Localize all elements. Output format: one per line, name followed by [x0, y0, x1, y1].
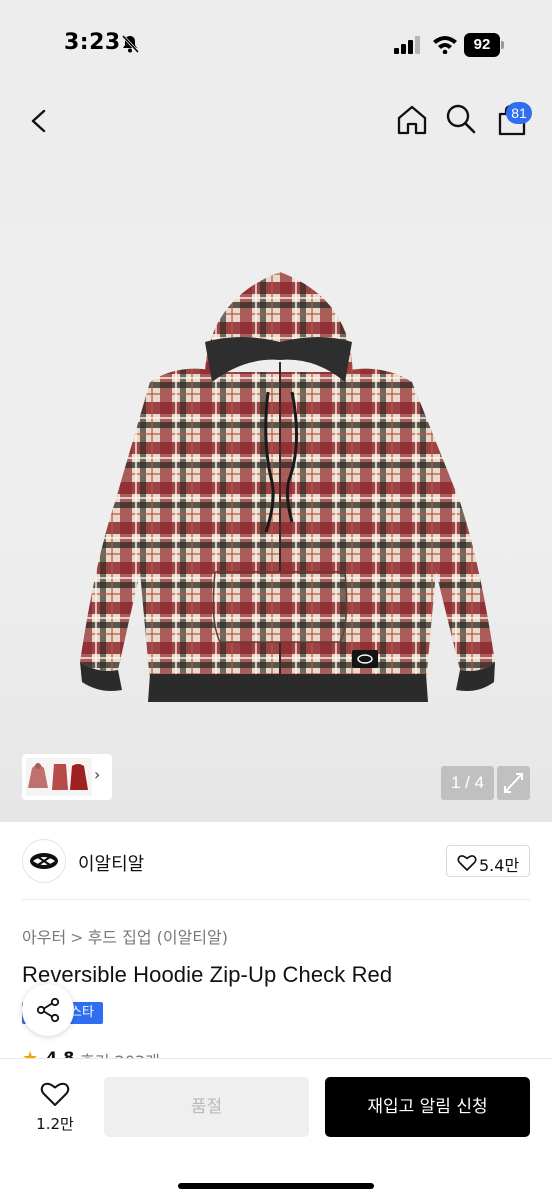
product-image[interactable]	[40, 242, 520, 722]
expand-icon	[504, 773, 523, 793]
divider	[22, 899, 530, 900]
brand-logo-mark	[30, 853, 58, 869]
star-icon: ★	[22, 1048, 38, 1058]
thumbnail-strip[interactable]: ›	[22, 754, 112, 800]
home-indicator[interactable]	[178, 1183, 374, 1189]
breadcrumb-separator: >	[70, 928, 84, 947]
brand-name[interactable]: 이알티알	[78, 850, 144, 876]
breadcrumb: 아우터 > 후드 집업 (이알티알)	[22, 924, 228, 948]
breadcrumb-item-subcategory[interactable]: 후드 집업 (이알티알)	[88, 924, 228, 948]
brand-like-button[interactable]: 5.4만	[446, 845, 530, 877]
share-button[interactable]	[22, 984, 74, 1036]
wishlist-count: 1.2만	[36, 1115, 74, 1133]
rating-value: 4.8	[46, 1048, 75, 1058]
status-time: 3:23	[64, 30, 121, 55]
share-icon	[36, 997, 60, 1023]
bottom-action-bar: 1.2만 품절 재입고 알림 신청	[0, 1058, 552, 1200]
heart-icon[interactable]	[40, 1081, 70, 1107]
home-icon[interactable]	[394, 102, 430, 138]
thumbnail-images	[26, 758, 92, 796]
product-title: Reversible Hoodie Zip-Up Check Red	[22, 962, 393, 987]
product-gallery[interactable]: 81 › 1 / 4	[0, 92, 552, 822]
rating-row[interactable]: ★ 4.8 후기 203개	[22, 1046, 222, 1058]
search-icon[interactable]	[444, 102, 478, 136]
battery-indicator: 92	[464, 33, 504, 57]
brand-logo[interactable]	[22, 839, 66, 883]
battery-level: 92	[464, 33, 500, 57]
cellular-signal-icon	[394, 36, 420, 54]
soldout-button: 품절	[104, 1077, 309, 1137]
cart-count-badge: 81	[506, 102, 532, 124]
brand-row[interactable]: 이알티알 5.4만	[0, 822, 552, 900]
image-page-counter: 1 / 4	[441, 766, 494, 800]
status-bar: 3:23 92	[0, 0, 552, 92]
review-count[interactable]: 후기 203개	[80, 1048, 160, 1058]
chevron-left-icon[interactable]	[22, 104, 56, 138]
brand-like-count: 5.4만	[479, 856, 520, 875]
breadcrumb-item-category[interactable]: 아우터	[22, 924, 66, 948]
thumbnail-more-icon[interactable]: ›	[94, 765, 100, 784]
wifi-icon	[433, 36, 457, 54]
bell-slash-icon	[121, 34, 140, 54]
restock-alert-button[interactable]: 재입고 알림 신청	[325, 1077, 530, 1137]
expand-button[interactable]	[497, 766, 530, 800]
heart-icon	[457, 855, 477, 871]
